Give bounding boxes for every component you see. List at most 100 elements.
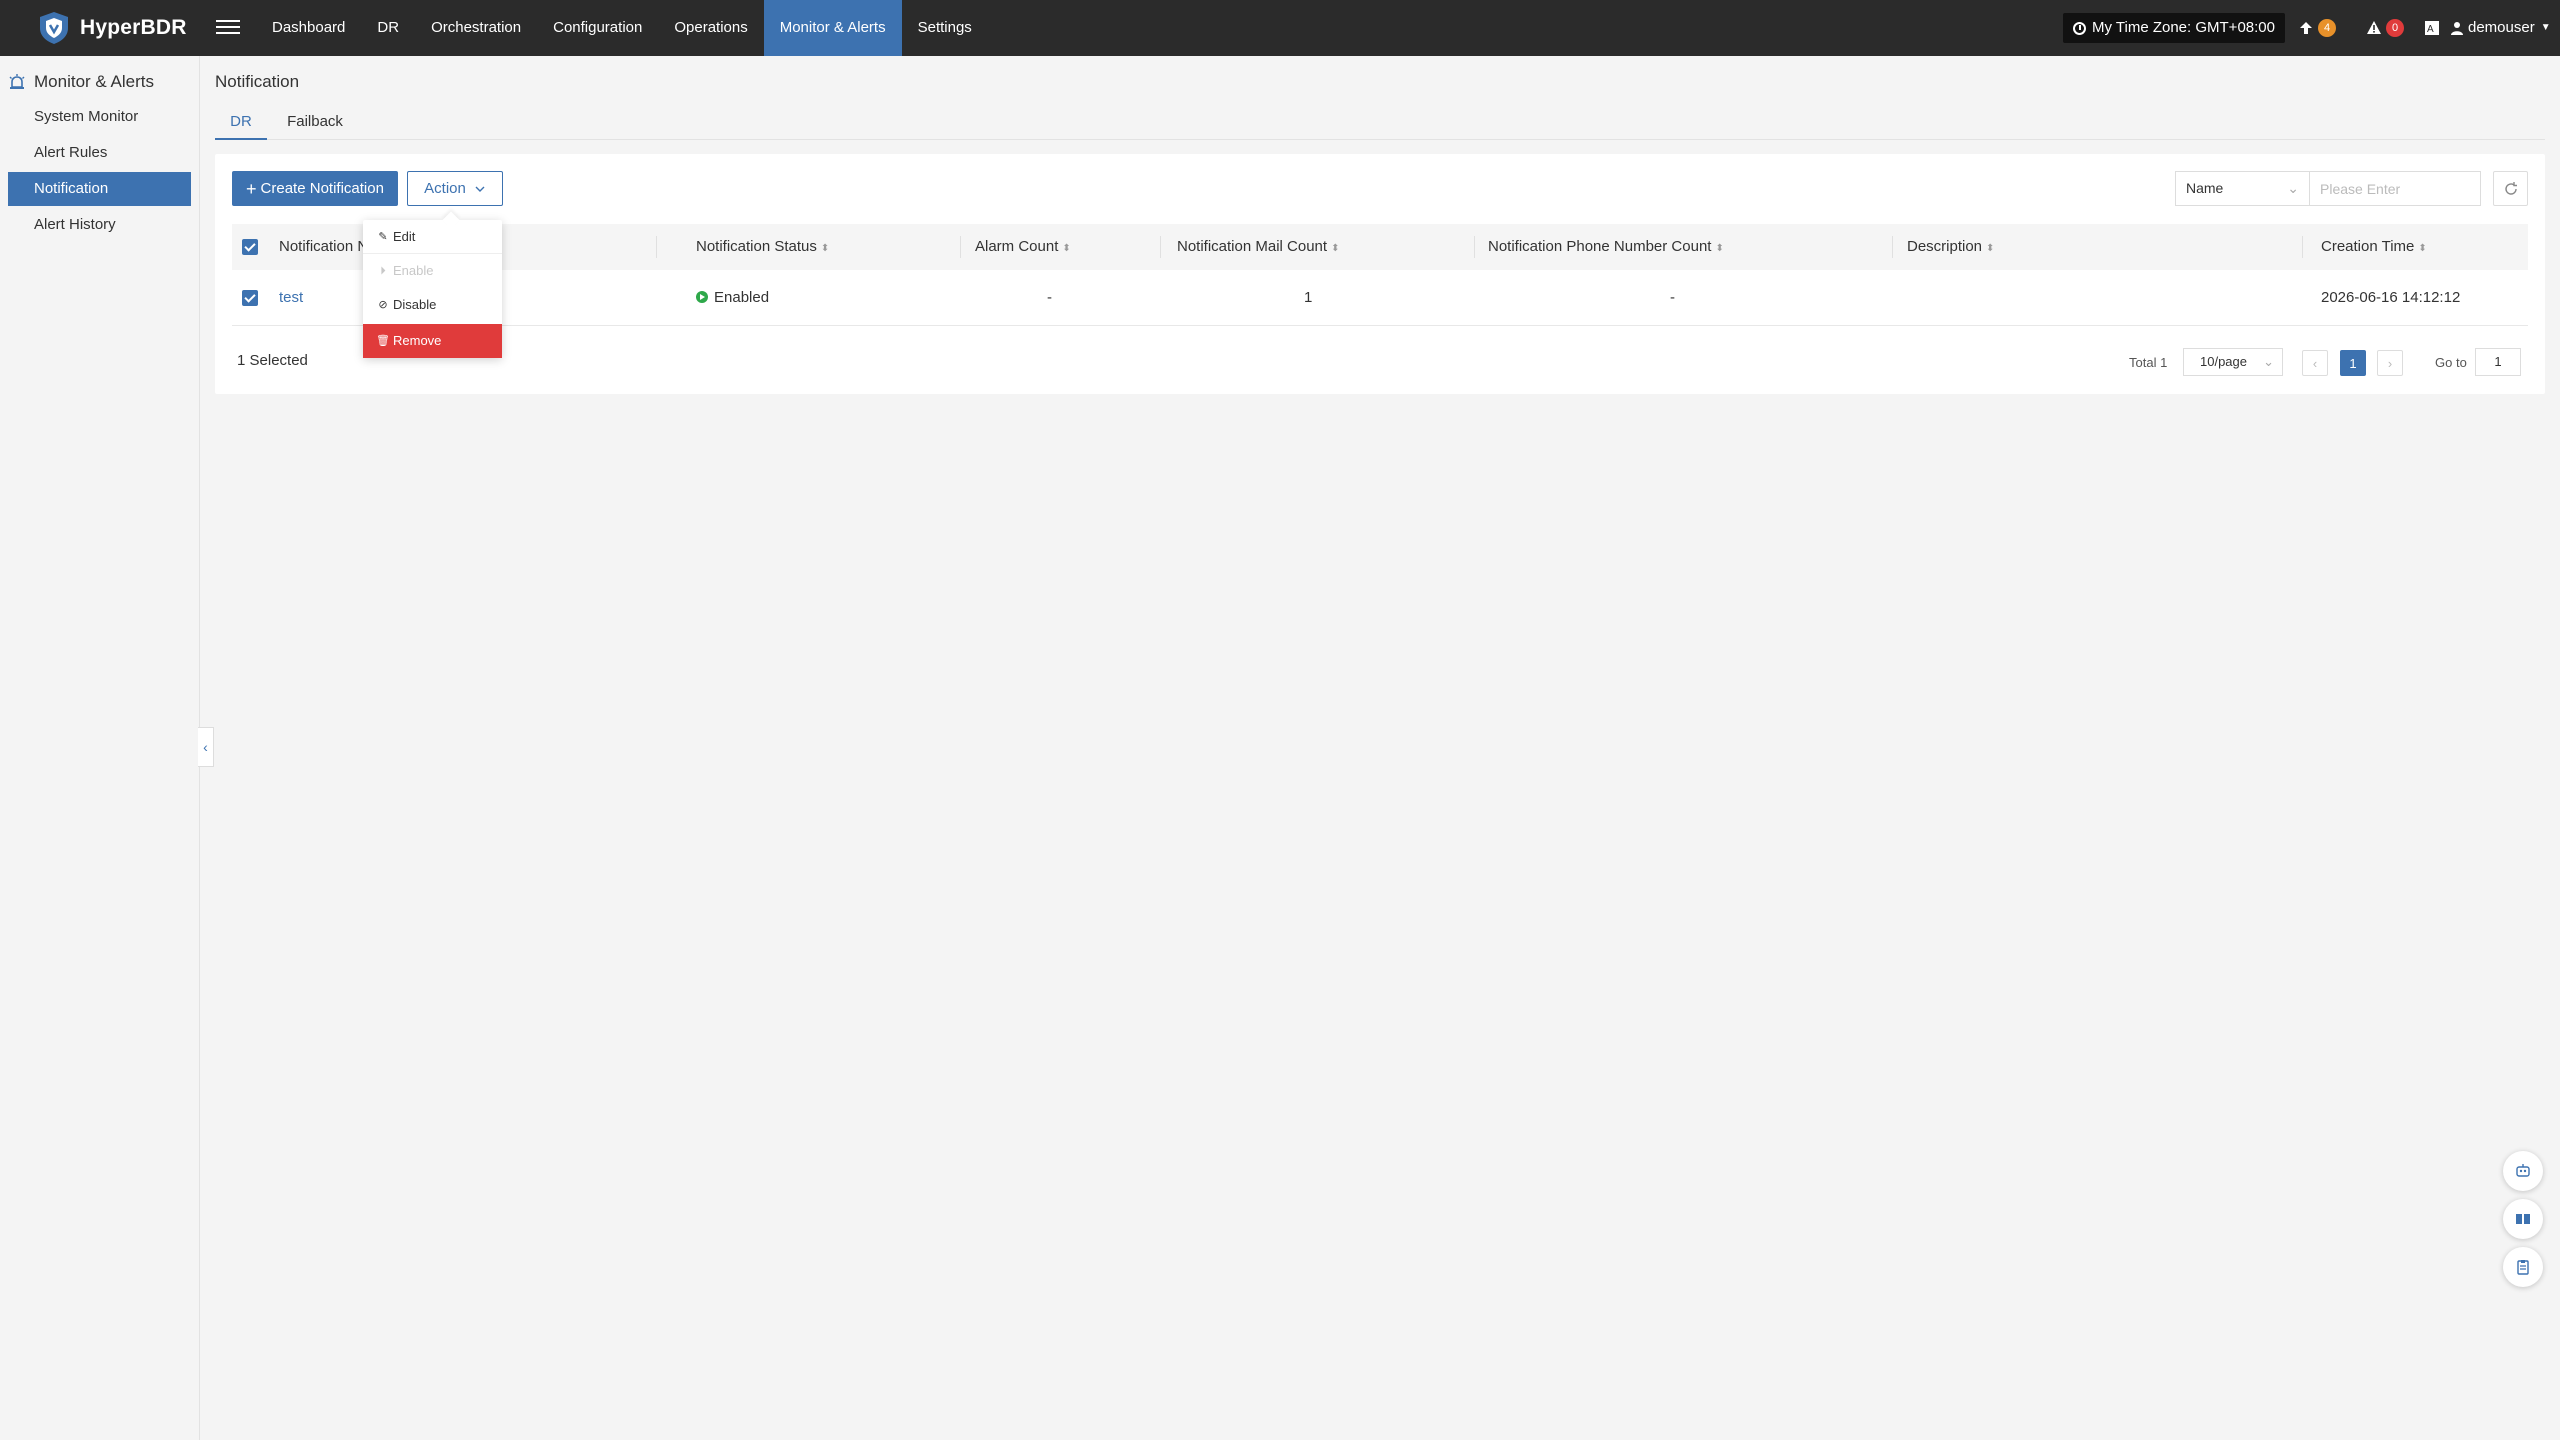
chevron-down-icon: ⌄	[2287, 180, 2299, 196]
sort-icon: ⬍	[820, 243, 830, 254]
sort-icon: ⬍	[1986, 243, 1995, 254]
language-icon: A	[2425, 21, 2439, 35]
col-notification-name[interactable]: Notification N	[279, 224, 368, 270]
svg-text:A: A	[2427, 24, 2434, 35]
tab-bar: DR Failback	[215, 108, 2545, 140]
goto-label: Go to	[2435, 354, 2467, 370]
main-nav: Dashboard DR Orchestration Configuration…	[256, 0, 988, 56]
enabled-status-icon	[696, 291, 708, 304]
sidebar-item-notification[interactable]: Notification	[8, 172, 191, 206]
timezone-label: My Time Zone: GMT+08:00	[2092, 19, 2275, 36]
action-dropdown-button[interactable]: Action	[407, 171, 503, 206]
chevron-left-icon: ‹	[203, 739, 208, 755]
col-mail-count[interactable]: Notification Mail Count ⬍	[1177, 224, 1339, 270]
alerts-button[interactable]: 0	[2366, 13, 2404, 43]
play-icon: ⏵	[380, 265, 386, 277]
language-button[interactable]: A	[2424, 13, 2440, 43]
nav-configuration[interactable]: Configuration	[537, 0, 658, 56]
upgrade-count-badge: 4	[2318, 19, 2336, 37]
col-alarm-count[interactable]: Alarm Count ⬍	[975, 224, 1071, 270]
select-all-checkbox[interactable]	[242, 239, 258, 255]
sidebar-title-label: Monitor & Alerts	[34, 72, 154, 91]
refresh-button[interactable]	[2493, 171, 2528, 206]
sidebar-item-alert-rules[interactable]: Alert Rules	[8, 136, 191, 170]
nav-dashboard[interactable]: Dashboard	[256, 0, 361, 56]
user-menu[interactable]: demouser ▼	[2450, 13, 2551, 43]
nav-monitor-alerts[interactable]: Monitor & Alerts	[763, 0, 902, 56]
menu-item-remove[interactable]: 🗑 Remove	[363, 324, 502, 358]
user-icon	[2451, 22, 2463, 35]
clipboard-float-button[interactable]	[2503, 1247, 2543, 1287]
app-name: HyperBDR	[80, 16, 187, 39]
next-page-button[interactable]: ›	[2377, 350, 2403, 376]
chevron-down-icon	[475, 186, 485, 192]
top-navbar: HyperBDR Dashboard DR Orchestration Conf…	[0, 0, 2560, 56]
search-input[interactable]	[2309, 171, 2481, 206]
chevron-right-icon: ›	[2387, 355, 2393, 371]
edit-icon: ✎	[378, 231, 388, 243]
app-logo[interactable]: HyperBDR	[36, 10, 187, 46]
create-notification-button[interactable]: + Create Notification	[232, 171, 398, 206]
col-description[interactable]: Description ⬍	[1907, 224, 1994, 270]
nav-dr[interactable]: DR	[361, 0, 415, 56]
robot-icon	[2516, 1164, 2530, 1177]
alarm-icon	[9, 74, 25, 89]
docs-float-button[interactable]	[2503, 1199, 2543, 1239]
trash-icon: 🗑	[376, 335, 390, 347]
goto-page-input[interactable]: 1	[2475, 348, 2521, 376]
page-title: Notification	[215, 72, 300, 91]
menu-item-disable[interactable]: ⊘ Disable	[363, 288, 502, 322]
nav-settings[interactable]: Settings	[902, 0, 988, 56]
page-size-value: 10/page	[2200, 354, 2247, 369]
action-dropdown-menu: ✎ Edit ⏵ Enable ⊘ Disable 🗑 Remove	[363, 220, 502, 358]
tab-failback[interactable]: Failback	[281, 108, 349, 140]
chevron-down-icon: ⌄	[2263, 354, 2274, 369]
sort-icon: ⬍	[1331, 243, 1340, 254]
plus-icon: +	[246, 178, 257, 199]
sidebar-collapse-button[interactable]: ‹	[198, 727, 214, 767]
chevron-left-icon: ‹	[2312, 355, 2318, 371]
status-text: Enabled	[714, 289, 770, 306]
caret-down-icon: ▼	[2540, 22, 2551, 33]
phone-count-cell: -	[1670, 289, 1675, 306]
book-icon	[2516, 1214, 2530, 1224]
alert-count-badge: 0	[2386, 19, 2404, 37]
row-checkbox[interactable]	[242, 290, 258, 306]
nav-operations[interactable]: Operations	[658, 0, 763, 56]
notification-name-link[interactable]: test	[279, 270, 303, 326]
prev-page-button[interactable]: ‹	[2302, 350, 2328, 376]
search-field-value: Name	[2186, 180, 2224, 196]
sidebar-item-alert-history[interactable]: Alert History	[8, 208, 191, 242]
search-field-select[interactable]: Name ⌄	[2175, 171, 2309, 206]
page-1-button[interactable]: 1	[2340, 350, 2366, 376]
timezone-button[interactable]: My Time Zone: GMT+08:00	[2063, 13, 2285, 43]
shield-logo-icon	[40, 12, 68, 44]
sort-icon: ⬍	[2418, 243, 2427, 254]
menu-item-edit[interactable]: ✎ Edit	[363, 220, 502, 254]
username: demouser	[2468, 19, 2535, 36]
page-size-select[interactable]: 10/page ⌄	[2183, 348, 2283, 376]
warning-icon	[2367, 21, 2381, 34]
upgrade-button[interactable]: 4	[2298, 13, 2336, 43]
arrow-up-icon	[2300, 22, 2312, 34]
total-count: Total 1	[2129, 354, 2168, 370]
action-label: Action	[424, 180, 466, 197]
tab-dr[interactable]: DR	[215, 108, 267, 140]
col-creation-time[interactable]: Creation Time ⬍	[2321, 224, 2427, 270]
menu-toggle-icon[interactable]	[216, 16, 240, 40]
table-row: test Enabled - 1 - 2026-06-16 14:12:12	[232, 270, 2528, 326]
sidebar-item-system-monitor[interactable]: System Monitor	[8, 100, 191, 134]
create-notification-label: Create Notification	[260, 180, 384, 197]
nav-orchestration[interactable]: Orchestration	[415, 0, 537, 56]
menu-item-enable[interactable]: ⏵ Enable	[363, 254, 502, 288]
col-notification-status[interactable]: Notification Status ⬍	[696, 224, 829, 270]
refresh-icon	[2504, 181, 2517, 195]
sort-icon: ⬍	[1715, 243, 1724, 254]
col-phone-count[interactable]: Notification Phone Number Count ⬍	[1488, 224, 1724, 270]
stop-icon: ⊘	[378, 299, 388, 311]
alarm-count-cell: -	[1047, 289, 1052, 306]
status-cell: Enabled	[696, 270, 769, 326]
sidebar-title: Monitor & Alerts	[8, 72, 154, 92]
support-float-button[interactable]	[2503, 1151, 2543, 1191]
table-header: Notification N Notification Status ⬍ Alar…	[232, 224, 2528, 270]
